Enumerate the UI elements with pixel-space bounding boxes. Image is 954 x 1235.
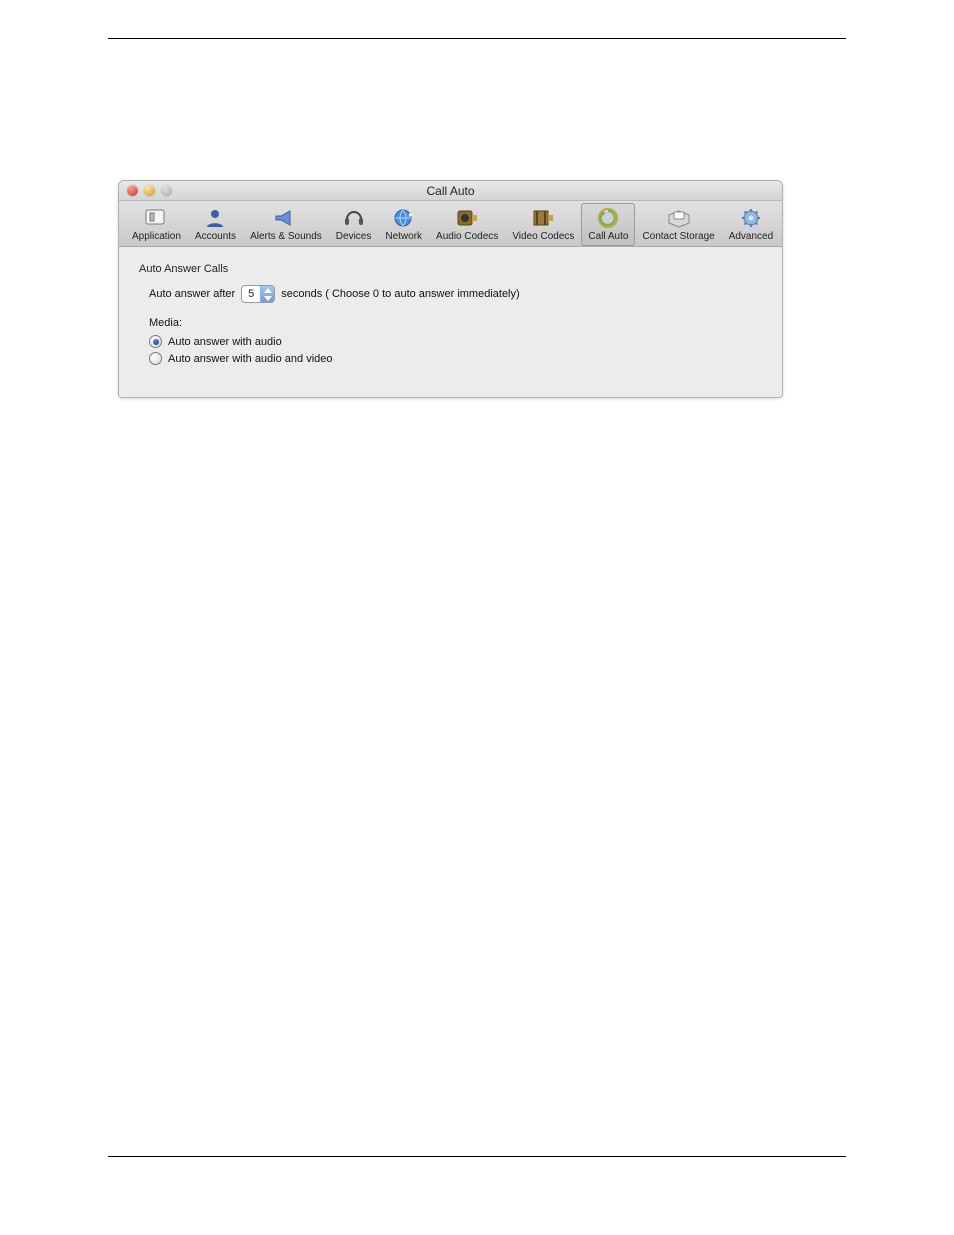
headset-icon bbox=[340, 206, 368, 230]
tab-label: Alerts & Sounds bbox=[250, 231, 322, 242]
window-titlebar[interactable]: Call Auto bbox=[119, 181, 782, 201]
stepper-buttons bbox=[260, 286, 274, 302]
megaphone-icon bbox=[272, 206, 300, 230]
preferences-window: Call Auto Application Accounts bbox=[118, 180, 783, 398]
globe-icon bbox=[390, 206, 418, 230]
minimize-button[interactable] bbox=[144, 185, 155, 196]
person-icon bbox=[201, 206, 229, 230]
tab-label: Network bbox=[385, 231, 422, 242]
radio-audio-label: Auto answer with audio bbox=[168, 336, 282, 348]
radio-audio-video[interactable] bbox=[149, 352, 162, 365]
traffic-lights bbox=[119, 185, 172, 196]
delay-suffix-label: seconds ( Choose 0 to auto answer immedi… bbox=[281, 288, 519, 300]
media-group-label: Media: bbox=[149, 317, 762, 329]
tab-label: Call Auto bbox=[588, 231, 628, 242]
auto-arrow-icon bbox=[594, 206, 622, 230]
delay-value: 5 bbox=[242, 286, 260, 302]
radio-audio-row[interactable]: Auto answer with audio bbox=[149, 335, 762, 348]
radio-audio-video-row[interactable]: Auto answer with audio and video bbox=[149, 352, 762, 365]
stepper-down[interactable] bbox=[261, 294, 274, 302]
window-title: Call Auto bbox=[119, 184, 782, 198]
speaker-plug-icon bbox=[453, 206, 481, 230]
delay-stepper[interactable]: 5 bbox=[241, 285, 275, 303]
tab-label: Application bbox=[132, 231, 181, 242]
group-auto-answer-label: Auto Answer Calls bbox=[139, 263, 762, 275]
tab-label: Advanced bbox=[729, 231, 773, 242]
tab-audio-codecs[interactable]: Audio Codecs bbox=[429, 203, 505, 246]
preferences-toolbar: Application Accounts Alerts & Sounds bbox=[119, 201, 782, 247]
app-switch-icon bbox=[142, 206, 170, 230]
tab-label: Audio Codecs bbox=[436, 231, 498, 242]
card-box-icon bbox=[665, 206, 693, 230]
radio-audio[interactable] bbox=[149, 335, 162, 348]
gear-icon bbox=[737, 206, 765, 230]
film-plug-icon bbox=[529, 206, 557, 230]
tab-call-auto[interactable]: Call Auto bbox=[581, 203, 635, 246]
radio-audio-video-label: Auto answer with audio and video bbox=[168, 353, 333, 365]
page-border-top bbox=[108, 38, 846, 39]
tab-contact-storage[interactable]: Contact Storage bbox=[635, 203, 721, 246]
zoom-button[interactable] bbox=[161, 185, 172, 196]
tab-application[interactable]: Application bbox=[125, 203, 188, 246]
tab-advanced[interactable]: Advanced bbox=[722, 203, 780, 246]
tab-label: Accounts bbox=[195, 231, 236, 242]
tab-label: Contact Storage bbox=[642, 231, 714, 242]
tab-accounts[interactable]: Accounts bbox=[188, 203, 243, 246]
tab-alerts-sounds[interactable]: Alerts & Sounds bbox=[243, 203, 329, 246]
tab-label: Video Codecs bbox=[512, 231, 574, 242]
panel-content: Auto Answer Calls Auto answer after 5 se… bbox=[119, 247, 782, 397]
stepper-up[interactable] bbox=[261, 286, 274, 294]
close-button[interactable] bbox=[127, 185, 138, 196]
tab-label: Devices bbox=[336, 231, 372, 242]
tab-devices[interactable]: Devices bbox=[329, 203, 379, 246]
delay-row: Auto answer after 5 seconds ( Choose 0 t… bbox=[149, 285, 762, 303]
tab-video-codecs[interactable]: Video Codecs bbox=[505, 203, 581, 246]
page-border-bottom bbox=[108, 1156, 846, 1157]
tab-network[interactable]: Network bbox=[378, 203, 429, 246]
delay-prefix-label: Auto answer after bbox=[149, 288, 235, 300]
